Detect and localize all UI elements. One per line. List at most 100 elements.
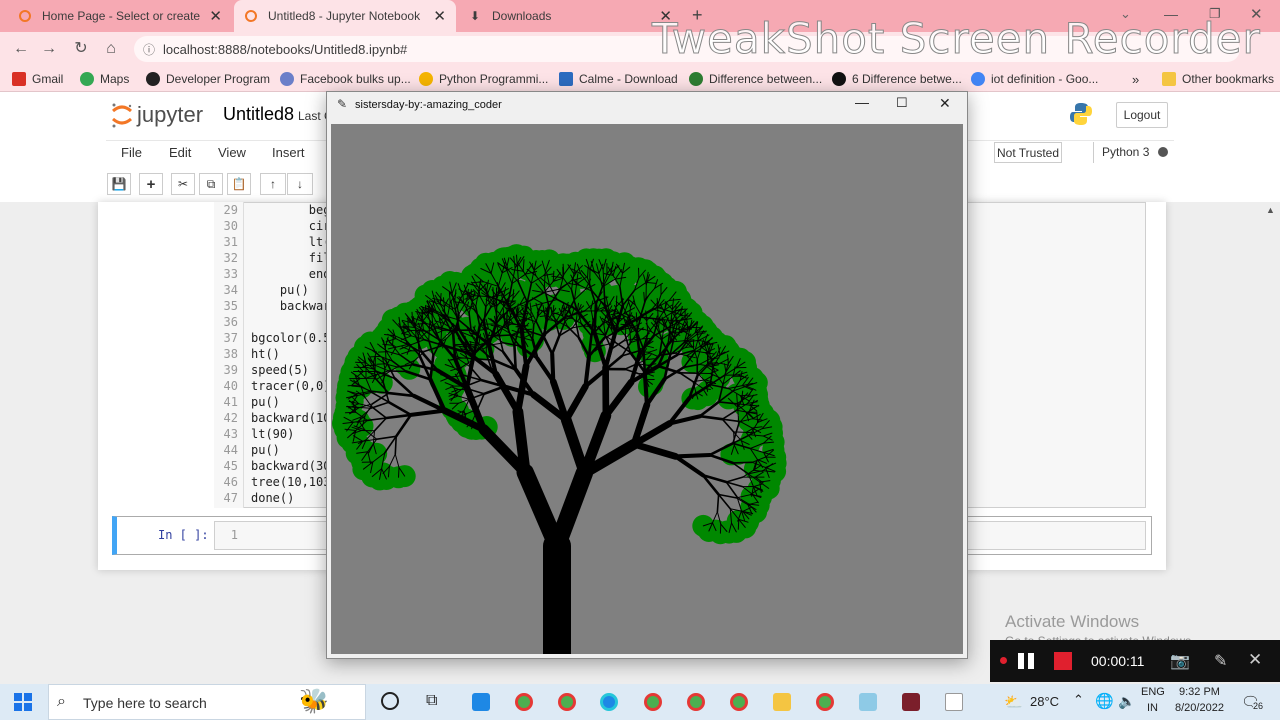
tab-home-page[interactable]: Home Page - Select or create a n ✕ xyxy=(8,0,232,32)
notepad-icon[interactable] xyxy=(945,693,963,711)
chrome-icon[interactable] xyxy=(644,693,662,711)
menu-edit[interactable]: Edit xyxy=(169,145,191,160)
tree-branch xyxy=(531,324,535,341)
tab-untitled8[interactable]: Untitled8 - Jupyter Notebook ✕ xyxy=(234,0,456,32)
bee-decoration-icon: 🐝 xyxy=(299,688,329,715)
bookmark-6-difference[interactable]: 6 Difference betwe... xyxy=(832,70,962,88)
github-icon xyxy=(146,72,160,86)
code-line: end xyxy=(251,267,331,281)
bookmark-iot[interactable]: iot definition - Goo... xyxy=(971,70,1098,88)
close-icon[interactable]: ✕ xyxy=(939,95,951,112)
task-view-icon[interactable]: ⧉ xyxy=(426,692,437,710)
close-icon[interactable]: ✕ xyxy=(209,7,222,25)
paste-icon[interactable]: 📋 xyxy=(227,173,251,195)
line-number: 33 xyxy=(223,267,238,281)
language-bottom[interactable]: IN xyxy=(1147,702,1158,714)
cut-icon[interactable]: ✂ xyxy=(171,173,195,195)
windows-taskbar: ⌕ Type here to search 🐝 ⧉ ⛅ 28°C ⌃ 🌐 🔈 E… xyxy=(0,684,1280,720)
back-icon[interactable]: ← xyxy=(10,39,32,59)
edge-icon[interactable] xyxy=(600,693,618,711)
volume-icon[interactable]: 🔈 xyxy=(1118,693,1135,710)
bookmark-maps[interactable]: Maps xyxy=(80,70,129,88)
tree-branch xyxy=(344,411,357,414)
menu-file[interactable]: File xyxy=(121,145,142,160)
clock-time[interactable]: 9:32 PM xyxy=(1179,686,1220,698)
bookmark-gmail[interactable]: Gmail xyxy=(12,70,63,88)
code-line: lt(90) xyxy=(251,427,295,441)
notebook-name[interactable]: Untitled8 xyxy=(223,104,294,125)
tree-branch xyxy=(725,476,744,483)
chrome-icon[interactable] xyxy=(687,693,705,711)
home-icon[interactable]: ⌂ xyxy=(100,39,122,59)
recorder-app-icon[interactable] xyxy=(902,693,920,711)
chrome-icon[interactable] xyxy=(816,693,834,711)
chrome-icon[interactable] xyxy=(730,693,748,711)
camera-icon[interactable]: 📷 xyxy=(1170,651,1190,671)
tree-branch xyxy=(678,372,694,383)
chrome-icon[interactable] xyxy=(515,693,533,711)
more-bookmarks-button[interactable]: » xyxy=(1132,70,1139,88)
line-number: 43 xyxy=(223,427,238,441)
tree-branch xyxy=(737,518,740,530)
bookmark-calme[interactable]: Calme - Download xyxy=(559,70,678,88)
input-prompt: In [ ]: xyxy=(158,528,209,542)
address-url[interactable]: localhost:8888/notebooks/Untitled8.ipynb… xyxy=(163,42,407,57)
stop-icon[interactable] xyxy=(1054,652,1072,670)
code-line: backwar xyxy=(251,299,331,313)
taskbar-search-box[interactable]: ⌕ Type here to search 🐝 xyxy=(48,684,366,720)
bookmark-facebook[interactable]: Facebook bulks up... xyxy=(280,70,411,88)
line-number: 42 xyxy=(223,411,238,425)
tab-downloads[interactable]: ⬇ Downloads ✕ xyxy=(458,0,682,32)
bookmark-difference[interactable]: Difference between... xyxy=(689,70,822,88)
tab-label: Untitled8 - Jupyter Notebook xyxy=(268,9,421,23)
jupyter-logo-icon xyxy=(112,103,132,128)
save-icon[interactable]: 💾 xyxy=(107,173,131,195)
menu-insert[interactable]: Insert xyxy=(272,145,305,160)
chrome-icon[interactable] xyxy=(558,693,576,711)
network-icon[interactable]: 🌐 xyxy=(1095,692,1114,710)
folder-icon[interactable] xyxy=(773,693,791,711)
code-line: bgcolor(0.5 xyxy=(251,331,331,345)
app-icon[interactable] xyxy=(859,693,877,711)
close-icon[interactable]: ✕ xyxy=(433,7,446,25)
tree-branch xyxy=(411,311,414,323)
not-trusted-button[interactable]: Not Trusted xyxy=(994,142,1062,163)
windows-start-icon[interactable] xyxy=(14,693,32,714)
info-icon[interactable]: ⓘ xyxy=(143,41,155,58)
reload-icon[interactable]: ↻ xyxy=(70,39,92,59)
kernel-name[interactable]: Python 3 xyxy=(1093,142,1149,163)
copy-icon[interactable]: ⧉ xyxy=(199,173,223,195)
jupyter-wordmark: jupyter xyxy=(137,102,204,127)
tree-branch xyxy=(417,334,421,356)
tree-branch xyxy=(516,463,566,555)
minimize-icon[interactable]: — xyxy=(855,94,869,110)
line-number: 38 xyxy=(223,347,238,361)
pause-icon[interactable] xyxy=(1016,652,1036,670)
code-line: tracer(0,0) xyxy=(251,379,331,393)
file-explorer-icon[interactable] xyxy=(472,693,490,711)
move-up-icon[interactable]: ↑ xyxy=(260,173,286,195)
bookmark-python[interactable]: Python Programmi... xyxy=(419,70,548,88)
menu-view[interactable]: View xyxy=(218,145,246,160)
cortana-icon[interactable] xyxy=(381,692,399,710)
annotate-icon[interactable]: ✎ xyxy=(1214,651,1227,671)
clock-date[interactable]: 8/20/2022 xyxy=(1175,702,1224,714)
line-number: 39 xyxy=(223,363,238,377)
other-bookmarks[interactable]: Other bookmarks xyxy=(1162,70,1274,88)
code-line: lt( xyxy=(251,235,331,249)
maximize-icon[interactable]: ☐ xyxy=(896,95,908,111)
notification-count: 26 xyxy=(1253,701,1264,711)
language-top[interactable]: ENG xyxy=(1141,686,1165,698)
bookmark-developer-program[interactable]: Developer Program xyxy=(146,70,270,88)
logout-button[interactable]: Logout xyxy=(1116,102,1168,128)
code-line: cir xyxy=(251,219,331,233)
jupyter-logo[interactable]: jupyter xyxy=(110,101,203,129)
move-down-icon[interactable]: ↓ xyxy=(287,173,313,195)
tree-branch xyxy=(371,406,388,419)
show-hidden-icons-icon[interactable]: ⌃ xyxy=(1073,692,1084,708)
add-cell-icon[interactable]: + xyxy=(139,173,163,195)
line-number: 31 xyxy=(223,235,238,249)
close-recorder-icon[interactable]: ✕ xyxy=(1248,650,1262,670)
forward-icon[interactable]: → xyxy=(38,39,60,59)
scroll-up-icon[interactable]: ▲ xyxy=(1266,205,1275,215)
